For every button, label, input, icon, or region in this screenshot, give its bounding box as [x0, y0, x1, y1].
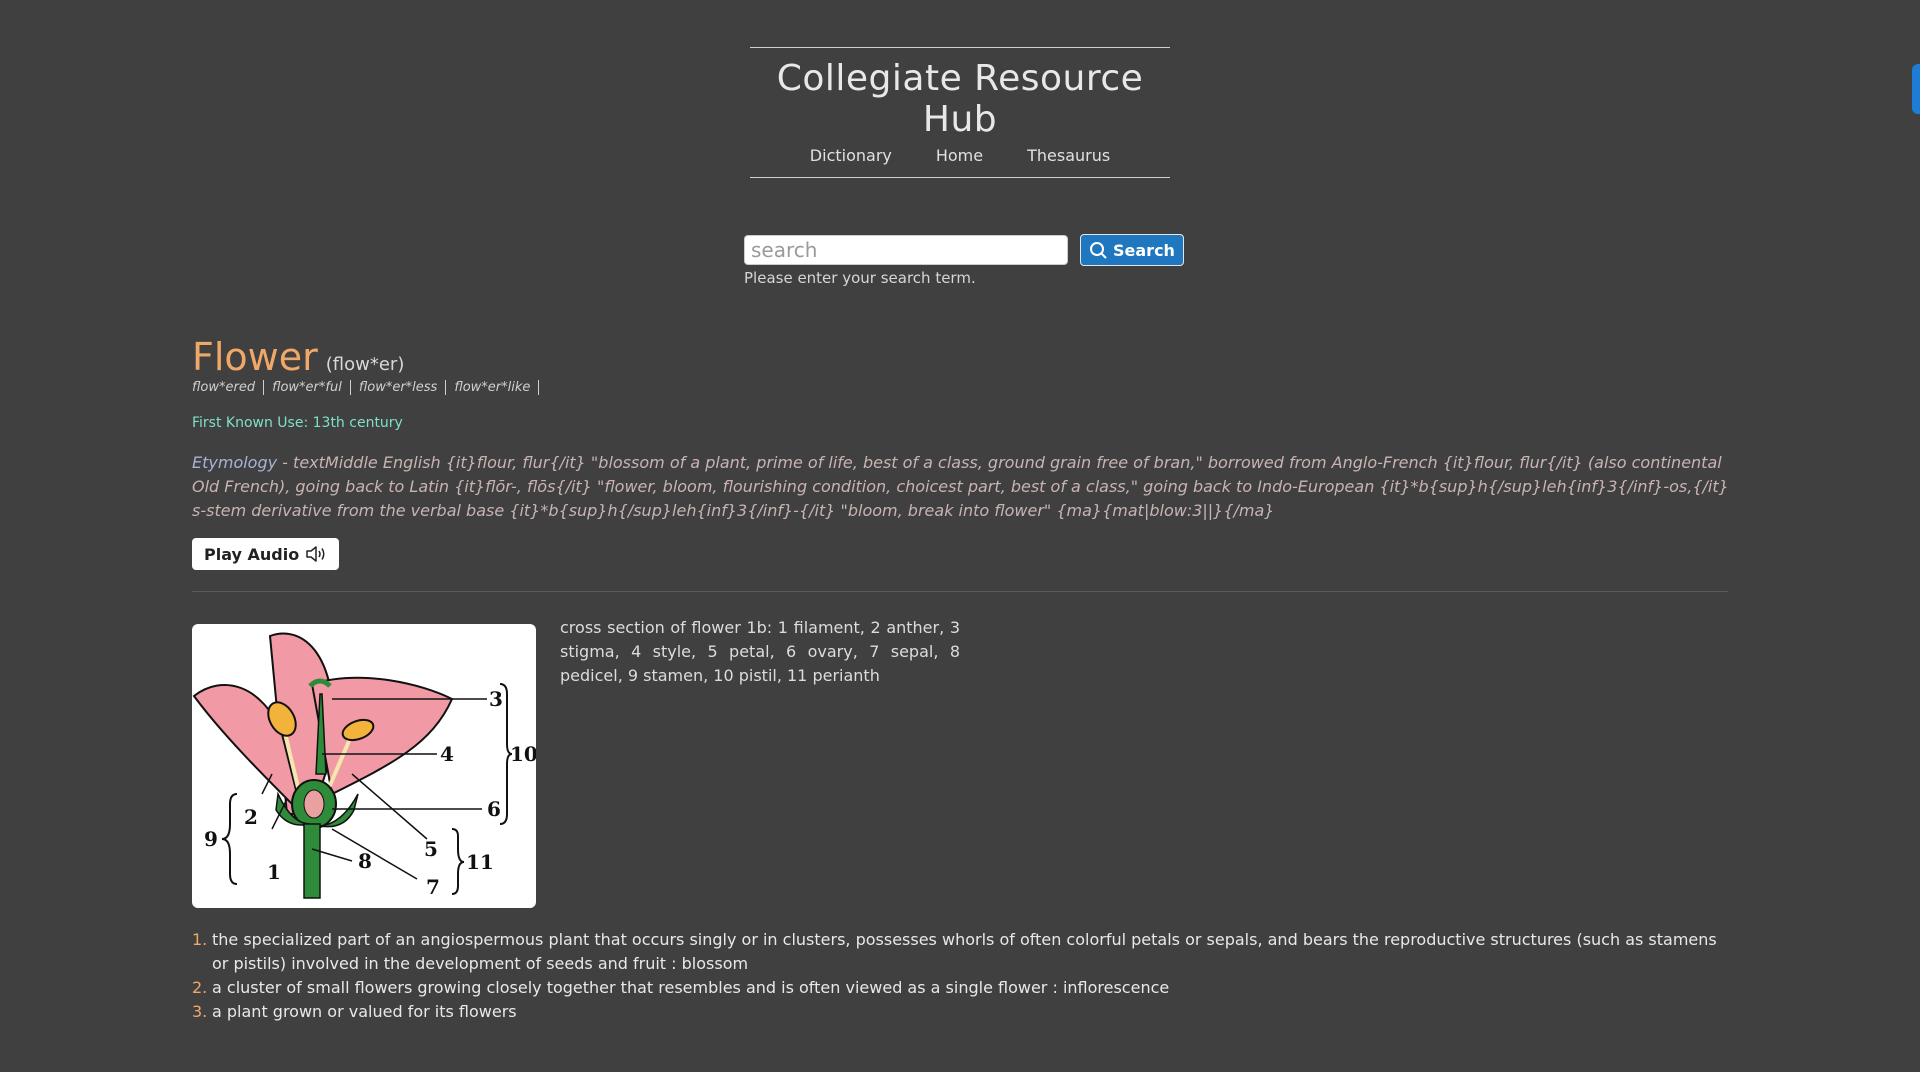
- definition-text: the specialized part of an angiospermous…: [212, 930, 1717, 973]
- search-hint: Please enter your search term.: [744, 269, 976, 287]
- definition-item: 2. a cluster of small flowers growing clo…: [192, 976, 1732, 1000]
- site-header: Collegiate Resource Hub Dictionary Home …: [750, 47, 1170, 178]
- image-caption: cross section of flower 1b: 1 filament, …: [560, 618, 960, 685]
- definition-number: 2.: [192, 978, 208, 997]
- section-divider: [192, 591, 1728, 592]
- diagram-label: 1: [267, 860, 281, 884]
- word-form: flow*er*like: [446, 380, 540, 395]
- diagram-label: 11: [466, 850, 494, 874]
- word-form: flow*er*ful: [264, 380, 351, 395]
- diagram-label: 6: [487, 797, 501, 821]
- search-bar: Search: [744, 234, 1184, 266]
- definition-item: 3. a plant grown or valued for its flower…: [192, 1000, 1732, 1024]
- site-title: Collegiate Resource Hub: [776, 58, 1144, 140]
- etymology: Etymology - textMiddle English {it}flour…: [192, 451, 1732, 523]
- definition-item: 1. the specialized part of an angiospermo…: [192, 928, 1732, 976]
- diagram-label: 10: [510, 742, 536, 766]
- definition-text: a plant grown or valued for its flowers: [212, 1002, 517, 1021]
- diagram-label: 8: [358, 849, 372, 873]
- main-nav: Dictionary Home Thesaurus: [750, 146, 1170, 165]
- diagram-label: 4: [440, 742, 454, 766]
- first-known-use: First Known Use: 13th century: [192, 415, 403, 431]
- speaker-icon: [306, 546, 325, 562]
- diagram-label: 7: [426, 875, 440, 899]
- search-icon: [1090, 242, 1107, 259]
- pronunciation: (flow*er): [325, 354, 405, 375]
- entry-heading: Flower (flow*er): [192, 335, 404, 379]
- flower-diagram-svg: 1 2 3 4 5 6 7 8 9 10 11: [192, 632, 536, 899]
- diagram-label: 2: [244, 805, 258, 829]
- nav-link-dictionary[interactable]: Dictionary: [810, 146, 892, 165]
- word-form: flow*ered: [192, 380, 265, 395]
- word-forms: flow*ered flow*er*ful flow*er*less flow*…: [192, 380, 540, 395]
- nav-link-thesaurus[interactable]: Thesaurus: [1027, 146, 1110, 165]
- etymology-text: - textMiddle English {it}flour, flur{/it…: [192, 453, 1729, 520]
- play-audio-label: Play Audio: [204, 544, 300, 564]
- search-button-label: Search: [1113, 240, 1175, 260]
- definitions-list: 1. the specialized part of an angiospermo…: [192, 928, 1732, 1024]
- play-audio-button[interactable]: Play Audio: [192, 538, 340, 570]
- scroll-handle[interactable]: [1912, 64, 1920, 114]
- definition-text: a cluster of small flowers growing close…: [212, 978, 1170, 997]
- diagram-label: 3: [489, 687, 503, 711]
- search-button[interactable]: Search: [1080, 234, 1184, 266]
- nav-link-home[interactable]: Home: [936, 146, 983, 165]
- headword: Flower: [192, 335, 318, 379]
- definition-number: 1.: [192, 930, 208, 949]
- etymology-label: Etymology: [192, 453, 278, 472]
- definition-number: 3.: [192, 1002, 208, 1021]
- flower-cross-section-image: 1 2 3 4 5 6 7 8 9 10 11: [192, 624, 536, 908]
- word-form: flow*er*less: [351, 380, 447, 395]
- diagram-label: 5: [424, 837, 438, 861]
- diagram-label: 9: [204, 827, 218, 851]
- search-input[interactable]: [744, 235, 1068, 265]
